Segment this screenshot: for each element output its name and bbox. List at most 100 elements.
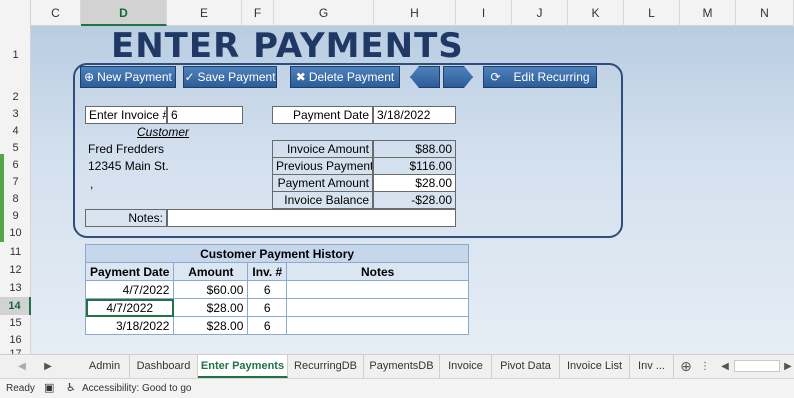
edit-recurring-button[interactable]: ⟳ Edit Recurring	[483, 66, 597, 88]
new-payment-label: New Payment	[97, 70, 172, 84]
row-header[interactable]: 10	[0, 225, 31, 242]
history-notes-cell[interactable]	[286, 280, 470, 299]
edit-recurring-label: Edit Recurring	[513, 70, 590, 84]
previous-payments-label: Previous Payments	[272, 157, 373, 175]
row-header[interactable]: 3	[0, 106, 31, 123]
history-header-invoice: Inv. #	[247, 262, 288, 281]
tab-more[interactable]: Inv ...	[630, 355, 674, 378]
history-date-cell-selected[interactable]: 4/7/2022	[84, 298, 175, 317]
column-header-l[interactable]: L	[624, 0, 680, 26]
tab-scroll-left-icon[interactable]: ◀	[14, 355, 30, 378]
column-header-k[interactable]: K	[568, 0, 624, 26]
select-all-corner[interactable]	[0, 0, 31, 26]
delete-payment-button[interactable]: ✖ Delete Payment	[290, 66, 400, 88]
row-header[interactable]: 2	[0, 66, 31, 104]
history-notes-cell[interactable]	[286, 298, 470, 317]
sheet-tab-bar: ◀ ▶ Admin Dashboard Enter Payments Recur…	[0, 354, 794, 378]
macro-record-icon[interactable]: ▣	[44, 379, 54, 398]
page-title: ENTER PAYMENTS	[111, 26, 464, 66]
hscroll-right-icon[interactable]: ▶	[782, 355, 794, 378]
ready-status: Ready	[6, 383, 35, 394]
payment-amount-label: Payment Amount	[272, 174, 373, 192]
history-header-notes: Notes	[286, 262, 470, 281]
column-header-d[interactable]: D	[81, 0, 167, 26]
tab-scroll-right-icon[interactable]: ▶	[40, 355, 56, 378]
history-date-cell[interactable]: 3/18/2022	[84, 316, 175, 335]
status-bar: Ready ▣ ♿ Accessibility: Good to go	[0, 378, 794, 398]
new-payment-button[interactable]: ⊕ New Payment	[80, 66, 176, 88]
history-date-cell[interactable]: 4/7/2022	[84, 280, 175, 299]
column-header-n[interactable]: N	[736, 0, 794, 26]
payment-history-table: Customer Payment History Payment Date Am…	[84, 244, 470, 335]
history-caption: Customer Payment History	[84, 244, 470, 263]
save-payment-button[interactable]: ✓ Save Payment	[183, 66, 277, 88]
history-header-amount: Amount	[173, 262, 249, 281]
tab-recurringdb[interactable]: RecurringDB	[288, 355, 364, 378]
accessibility-icon[interactable]: ♿	[66, 379, 76, 398]
column-header-i[interactable]: I	[456, 0, 512, 26]
payment-date-input[interactable]: 3/18/2022	[373, 106, 456, 124]
hscroll-left-icon[interactable]: ◀	[718, 355, 732, 378]
row-header[interactable]: 6	[0, 157, 31, 174]
tab-enter-payments[interactable]: Enter Payments	[198, 355, 288, 378]
column-header-m[interactable]: M	[680, 0, 736, 26]
payment-date-label: Payment Date	[272, 106, 373, 124]
row-header-selected[interactable]: 14	[0, 297, 31, 315]
accessibility-status[interactable]: Accessibility: Good to go	[82, 379, 192, 398]
tab-invoice-list[interactable]: Invoice List	[560, 355, 630, 378]
column-header-j[interactable]: J	[512, 0, 568, 26]
row-header[interactable]: 13	[0, 280, 31, 297]
row-header[interactable]: 15	[0, 315, 31, 332]
invoice-balance-label: Invoice Balance	[272, 191, 373, 209]
row-header[interactable]: 1	[0, 26, 31, 66]
column-header-c[interactable]: C	[31, 0, 81, 26]
row-header[interactable]: 4	[0, 123, 31, 140]
row-header[interactable]: 12	[0, 262, 31, 279]
history-amount-cell[interactable]: $60.00	[173, 280, 249, 299]
payment-amount-input[interactable]: $28.00	[373, 174, 456, 192]
history-notes-cell[interactable]	[286, 316, 470, 335]
outline-group-marker[interactable]	[0, 154, 4, 242]
history-invoice-cell[interactable]: 6	[247, 316, 288, 335]
table-row[interactable]: 4/7/2022 $28.00 6	[84, 298, 470, 317]
invoice-number-label: Enter Invoice #	[85, 106, 167, 124]
tab-dashboard[interactable]: Dashboard	[130, 355, 198, 378]
history-invoice-cell[interactable]: 6	[247, 280, 288, 299]
add-sheet-icon[interactable]: ⊕	[678, 355, 694, 378]
save-payment-label: Save Payment	[197, 70, 276, 84]
customer-name: Fred Fredders	[88, 142, 165, 156]
customer-address: 12345 Main St.	[88, 159, 169, 173]
previous-payments-value: $116.00	[373, 157, 456, 175]
row-header[interactable]: 9	[0, 208, 31, 225]
table-row[interactable]: 4/7/2022 $60.00 6	[84, 280, 470, 299]
row-header[interactable]: 8	[0, 191, 31, 208]
history-amount-cell[interactable]: $28.00	[173, 298, 249, 317]
row-header[interactable]: 11	[0, 244, 31, 261]
history-amount-cell[interactable]: $28.00	[173, 316, 249, 335]
tab-paymentsdb[interactable]: PaymentsDB	[364, 355, 440, 378]
tab-split-handle-icon[interactable]: ⋮	[700, 355, 710, 378]
worksheet[interactable]: ENTER PAYMENTS ⊕ New Payment ✓ Save Paym…	[31, 26, 794, 354]
customer-heading: Customer	[137, 125, 190, 139]
row-header[interactable]: 7	[0, 174, 31, 191]
row-header[interactable]: 5	[0, 140, 31, 157]
table-row[interactable]: 3/18/2022 $28.00 6	[84, 316, 470, 335]
tab-admin[interactable]: Admin	[80, 355, 130, 378]
tab-pivot-data[interactable]: Pivot Data	[492, 355, 560, 378]
invoice-number-input[interactable]: 6	[167, 106, 243, 124]
row-header[interactable]: 16	[0, 332, 31, 349]
refresh-icon: ⟳	[490, 70, 501, 84]
delete-payment-label: Delete Payment	[308, 70, 395, 84]
notes-label: Notes:	[85, 209, 167, 227]
column-header-g[interactable]: G	[274, 0, 374, 26]
column-header-e[interactable]: E	[167, 0, 242, 26]
column-header-f[interactable]: F	[242, 0, 274, 26]
notes-input[interactable]	[167, 209, 456, 227]
horizontal-scrollbar[interactable]	[734, 360, 780, 372]
plus-circle-icon: ⊕	[84, 70, 95, 84]
invoice-amount-value: $88.00	[373, 140, 456, 158]
row-header-bar: 1 2 3 4 5 6 7 8 9 10 11 12 13 14 15 16 1…	[0, 26, 31, 354]
column-header-h[interactable]: H	[374, 0, 456, 26]
tab-invoice[interactable]: Invoice	[440, 355, 492, 378]
history-invoice-cell[interactable]: 6	[247, 298, 288, 317]
